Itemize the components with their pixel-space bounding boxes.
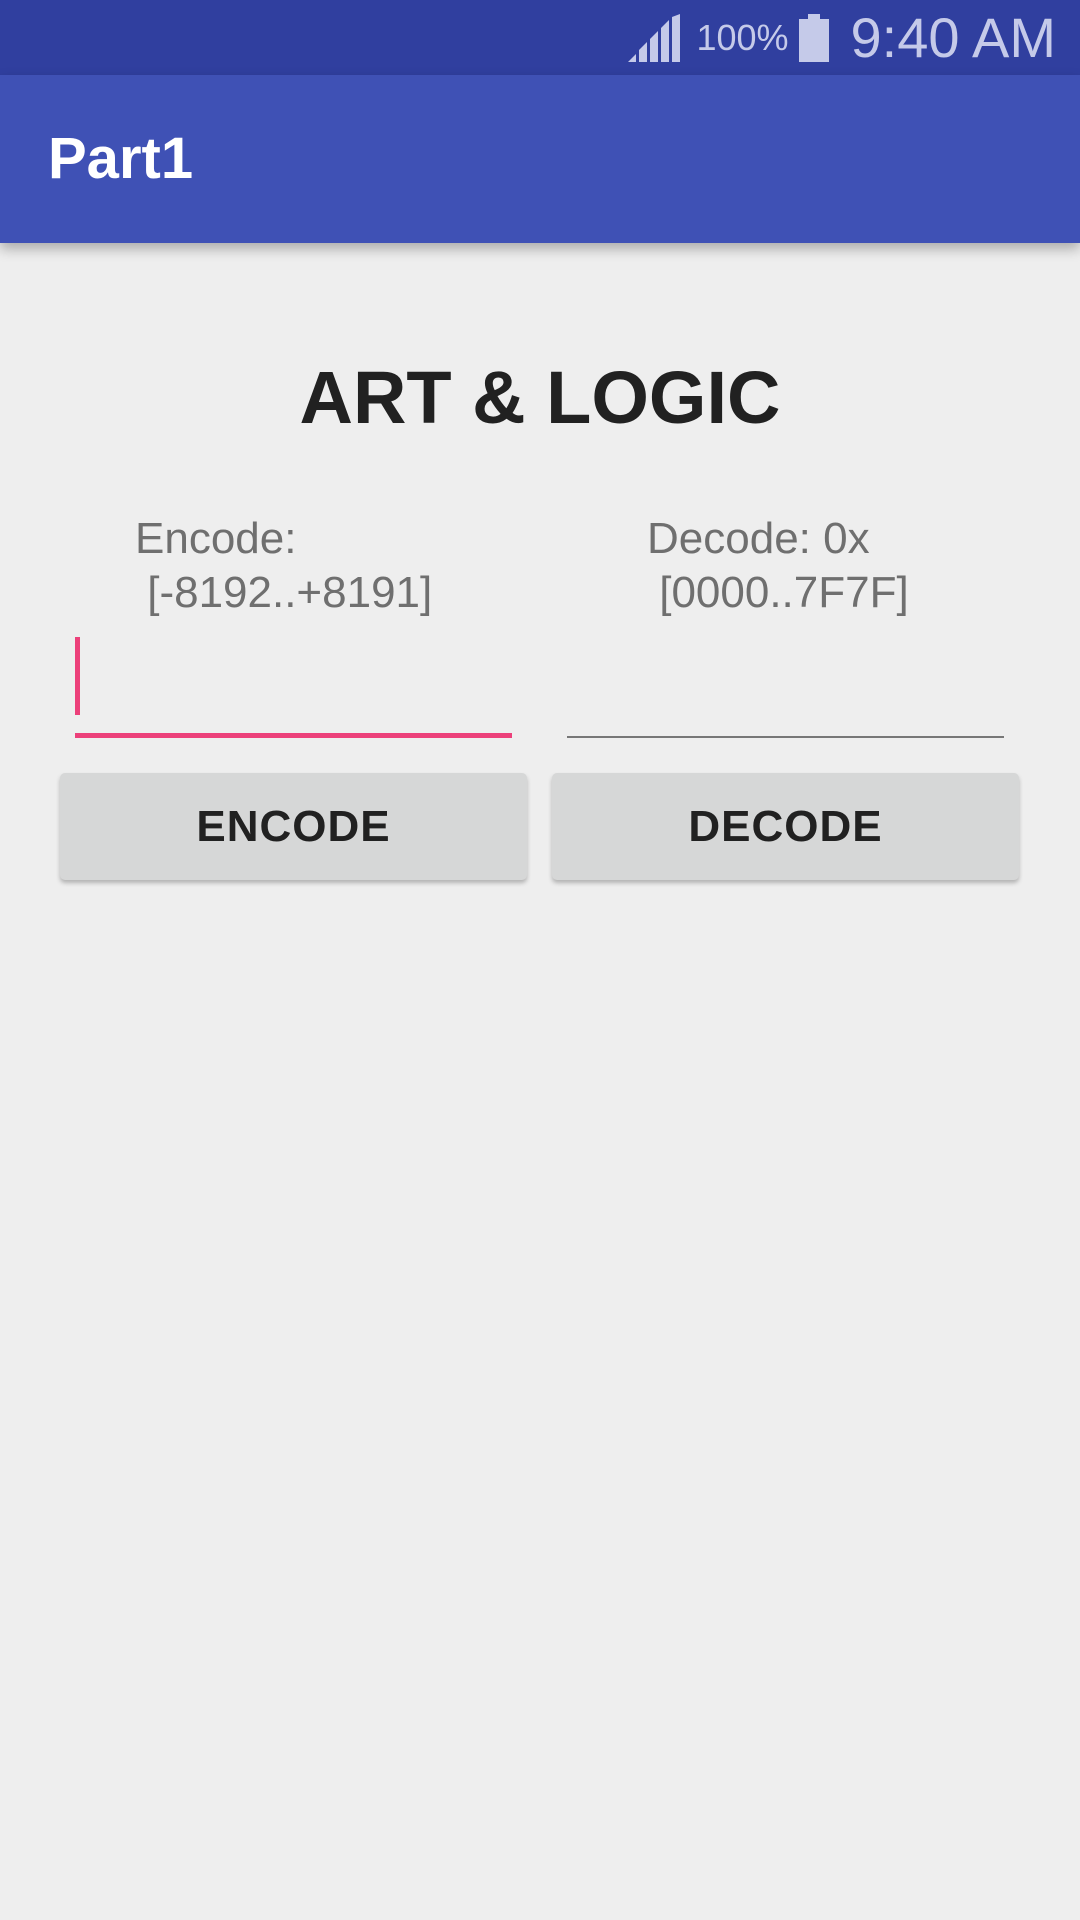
status-icons: 100% 9:40 AM bbox=[628, 0, 1056, 75]
encode-button[interactable]: ENCODE bbox=[60, 773, 527, 880]
status-clock: 9:40 AM bbox=[850, 6, 1056, 69]
encode-label: Encode: [-8192..+8191] bbox=[135, 514, 433, 617]
battery-percent: 100% bbox=[696, 16, 789, 58]
cell-signal-icon bbox=[628, 13, 681, 62]
decode-input[interactable] bbox=[567, 628, 1004, 738]
text-cursor bbox=[75, 637, 80, 715]
page-headline: ART & LOGIC bbox=[299, 356, 781, 439]
status-bar: 100% 9:40 AM bbox=[0, 0, 1080, 75]
app-bar: Part1 bbox=[0, 75, 1080, 243]
decode-label: Decode: 0x [0000..7F7F] bbox=[647, 514, 909, 617]
app-title: Part1 bbox=[48, 126, 194, 191]
battery-full-icon bbox=[798, 13, 829, 62]
encode-input[interactable] bbox=[75, 628, 512, 738]
decode-button[interactable]: DECODE bbox=[552, 773, 1019, 880]
